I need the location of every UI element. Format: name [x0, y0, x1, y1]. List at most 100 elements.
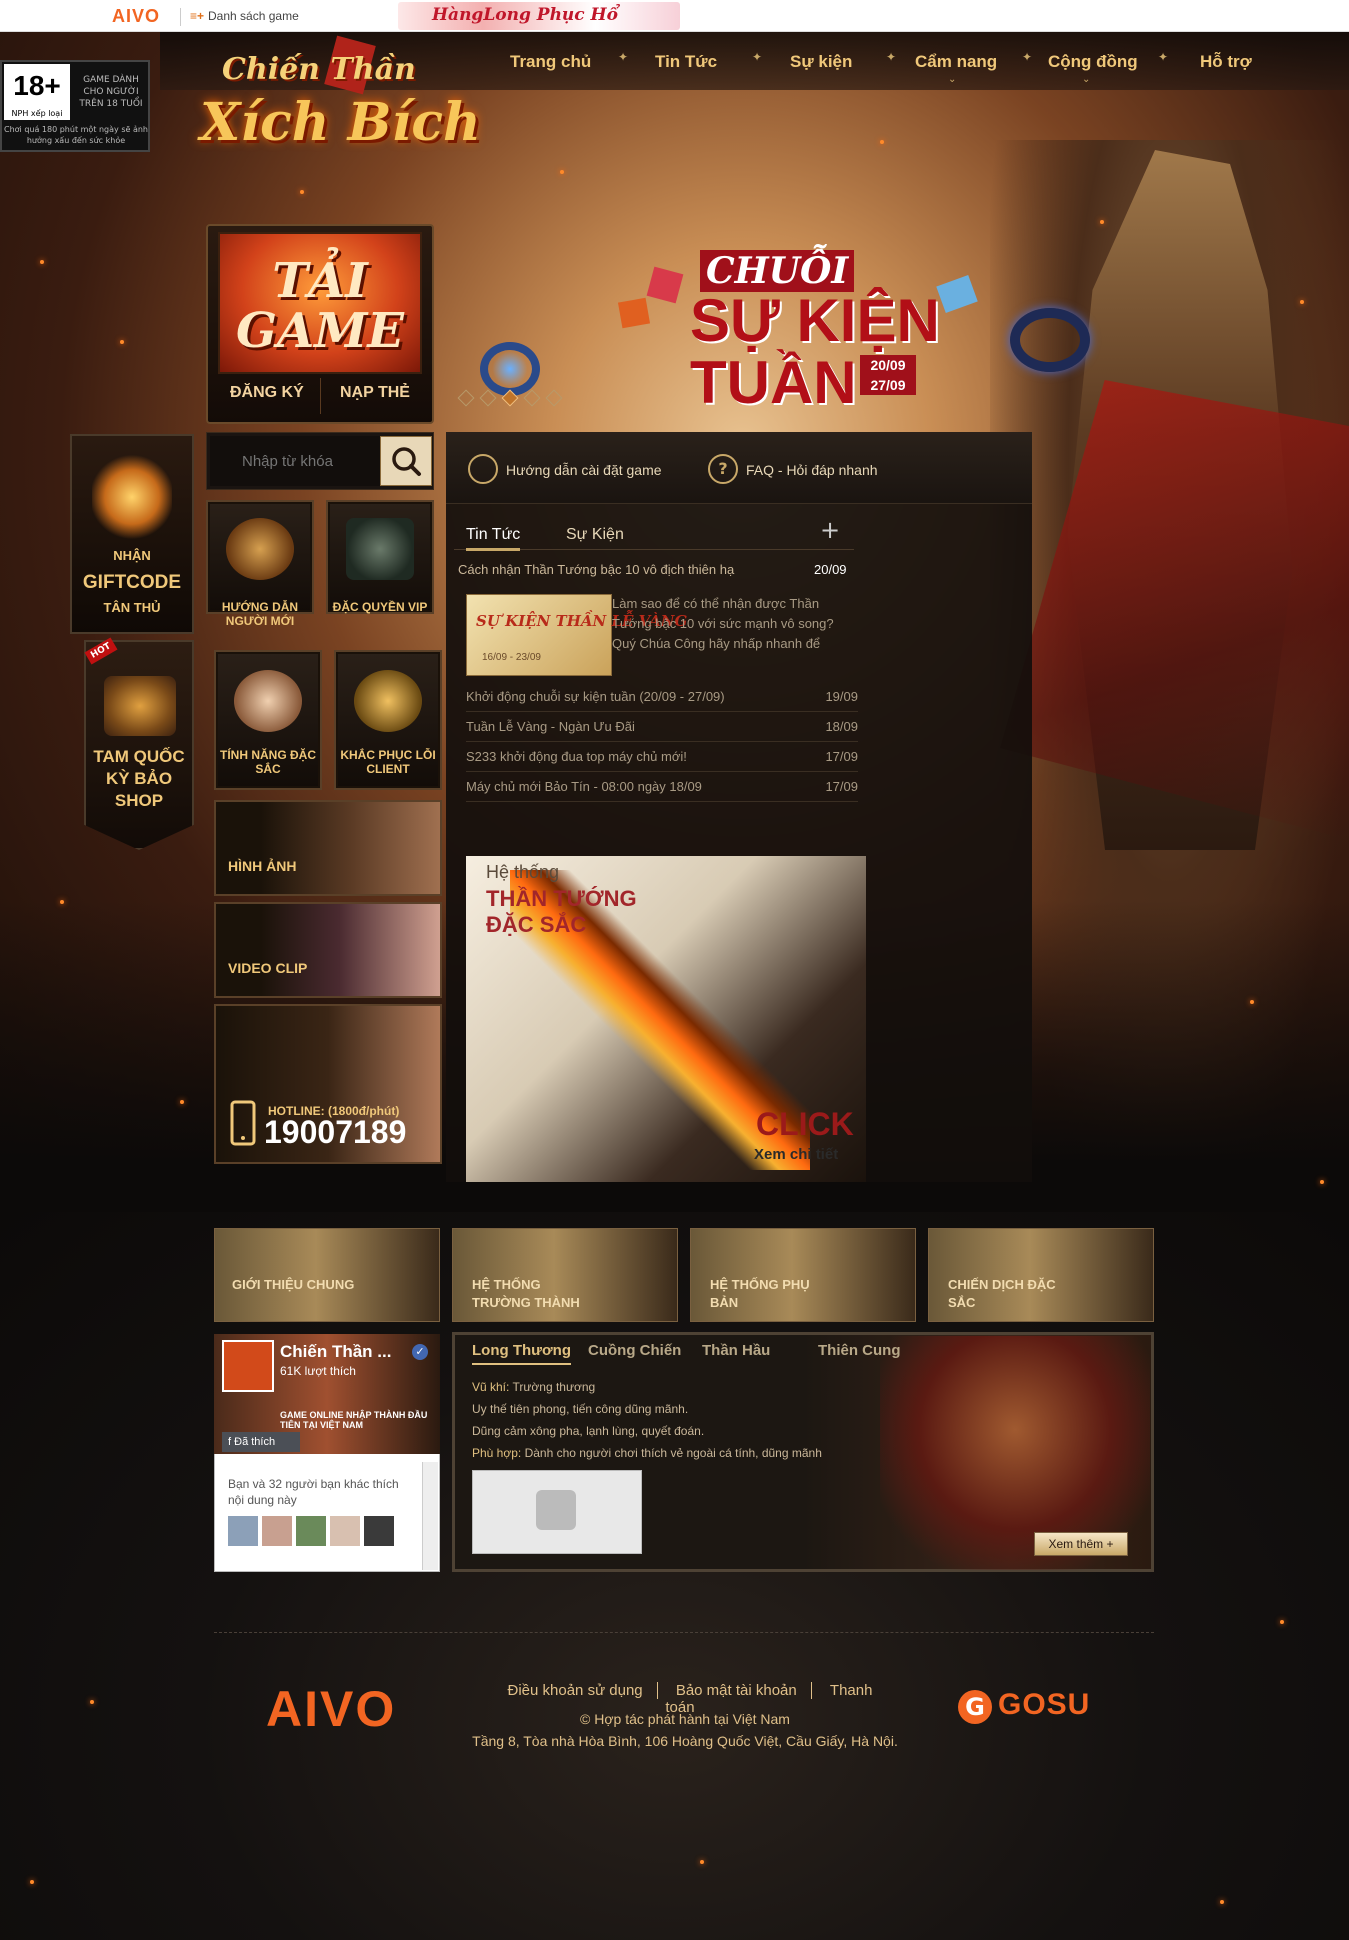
aivo-top-logo[interactable]: AIVO — [112, 6, 160, 27]
tile-features-label: TÍNH NĂNG ĐẶC SẮC — [220, 748, 316, 776]
faq-link[interactable]: FAQ - Hỏi đáp nhanh — [746, 462, 878, 478]
install-guide-icon — [468, 454, 498, 484]
footer-copyright-line: © Hợp tác phát hành tại Việt Nam — [580, 1711, 790, 1727]
tab-news[interactable]: Tin Tức — [466, 526, 521, 551]
nav-community[interactable]: Cộng đồng — [1048, 52, 1138, 72]
tab-events[interactable]: Sự Kiện — [566, 526, 624, 544]
banner-title-line1[interactable]: CHUỖI — [700, 250, 855, 292]
featured-news-summary: Làm sao để có thể nhận được Thần Tướng b… — [612, 596, 834, 651]
nav-diamond-icon: ✦ — [752, 50, 763, 64]
search-button[interactable] — [380, 436, 432, 486]
news-row[interactable]: Máy chủ mới Bảo Tín - 08:00 ngày 18/09 17… — [466, 772, 858, 802]
shop-line1: TAM QUỐC — [93, 747, 185, 766]
class-suitable-label: Phù hợp: — [472, 1446, 522, 1460]
facebook-liked-button[interactable]: f Đã thích — [222, 1432, 300, 1452]
compass-icon — [354, 670, 422, 732]
banner-dates: 20/09 27/09 — [860, 355, 916, 395]
news-row[interactable]: S233 khởi động đua top máy chủ mới! 17/09 — [466, 742, 858, 772]
ember — [40, 260, 44, 264]
tile-video-label: VIDEO CLIP — [228, 960, 308, 976]
featured-news-title[interactable]: Cách nhận Thần Tướng bậc 10 vô địch thiê… — [458, 562, 858, 577]
avatar[interactable] — [262, 1516, 292, 1546]
class-suitable: Phù hợp: Dành cho người chơi thích vẻ ng… — [472, 1442, 822, 1464]
register-button[interactable]: ĐĂNG KÝ — [230, 384, 304, 402]
class-weapon-label: Vũ khí: — [472, 1380, 510, 1394]
character-portrait-icon — [234, 670, 302, 732]
ember — [30, 1880, 34, 1884]
game-list-link[interactable]: ≡+ Danh sách game — [190, 9, 299, 23]
ring-item-icon — [480, 342, 540, 396]
news-row-date: 17/09 — [825, 779, 858, 794]
tab-class-than-hau[interactable]: Thần Hầu — [702, 1342, 770, 1359]
hotline-number[interactable]: 19007189 — [264, 1114, 406, 1151]
nav-handbook[interactable]: Cẩm nang — [915, 52, 997, 72]
promo-detail-link[interactable]: Xem chi tiết — [754, 1146, 838, 1163]
feature-card-intro[interactable] — [214, 1228, 440, 1322]
tab-class-thien-cung[interactable]: Thiên Cung — [818, 1342, 901, 1359]
aivo-footer-logo[interactable]: AIVO — [266, 1680, 396, 1738]
footer-copyright: © Hợp tác phát hành tại Việt Nam Tầng 8, … — [420, 1708, 950, 1752]
footer-link-divider — [656, 1682, 658, 1699]
search-icon — [392, 447, 421, 476]
facebook-cover-text: GAME ONLINE NHẬP THÀNH ĐẦU TIÊN TẠI VIỆT… — [280, 1410, 428, 1430]
tile-vip-label: ĐẶC QUYỀN VIP — [332, 600, 428, 614]
ember — [880, 140, 884, 144]
news-row[interactable]: Khởi động chuỗi sự kiện tuần (20/09 - 27… — [466, 682, 858, 712]
banner-title-line2-text: SỰ KIỆN — [690, 287, 940, 354]
footer-link-terms[interactable]: Điều khoản sử dụng — [498, 1682, 653, 1699]
nav-diamond-icon: ✦ — [1158, 50, 1169, 64]
banner-date-from: 20/09 — [870, 357, 906, 373]
featured-news-date: 20/09 — [814, 562, 847, 577]
featured-news-image[interactable] — [466, 594, 612, 676]
nav-news[interactable]: Tin Tức — [655, 52, 717, 72]
gosu-footer-logo[interactable]: GOSU — [998, 1688, 1090, 1722]
ring-item-icon — [1010, 308, 1090, 372]
footer-link-security[interactable]: Bảo mật tài khoản — [666, 1682, 807, 1699]
install-guide-link[interactable]: Hướng dẫn cài đặt game — [506, 462, 662, 478]
avatar[interactable] — [296, 1516, 326, 1546]
class-suitable-value: Dành cho người chơi thích vẻ ngoài cá tí… — [524, 1446, 822, 1460]
facebook-page-avatar[interactable] — [222, 1340, 274, 1392]
topup-button[interactable]: NẠP THẺ — [340, 384, 410, 402]
treasure-shop-panel[interactable] — [84, 640, 194, 850]
facebook-scrollbar[interactable] — [422, 1462, 438, 1570]
promo-line2-text: THẦN TƯỚNG — [486, 886, 637, 911]
nav-support[interactable]: Hỗ trợ — [1200, 52, 1252, 72]
game-logo-line2[interactable]: Xích Bích — [200, 92, 481, 153]
news-row[interactable]: Tuần Lễ Vàng - Ngàn Ưu Đãi 18/09 — [466, 712, 858, 742]
tile-client-fix-label: KHẮC PHỤC LỖI CLIENT — [340, 748, 436, 776]
avatar[interactable] — [330, 1516, 360, 1546]
promo-click-label[interactable]: CLICK — [756, 1106, 854, 1143]
download-game-label: TẢI GAME — [236, 253, 404, 359]
ember — [90, 1700, 94, 1704]
age-rating-value: 18+ — [4, 64, 70, 108]
ember — [700, 1860, 704, 1864]
banner-date-to: 27/09 — [870, 377, 906, 393]
age-rating-publisher: NPH xếp loại — [4, 108, 70, 120]
game-logo-line1[interactable]: Chiến Thần — [222, 52, 416, 87]
nav-home[interactable]: Trang chủ — [510, 52, 591, 72]
avatar[interactable] — [364, 1516, 394, 1546]
scroll-icon — [226, 518, 294, 580]
nav-events[interactable]: Sự kiện — [790, 52, 852, 72]
news-row-date: 17/09 — [825, 749, 858, 764]
class-weapon: Vũ khí: Trường thương — [472, 1376, 595, 1398]
tile-video[interactable] — [214, 902, 442, 998]
see-more-button[interactable]: Xem thêm + — [1034, 1532, 1128, 1556]
feature-card-intro-label: GIỚI THIỆU CHUNG — [232, 1277, 355, 1292]
nav-diamond-icon: ✦ — [1022, 50, 1033, 64]
promo-line1: Hệ thống — [486, 862, 560, 882]
facebook-friend-avatars — [228, 1516, 398, 1546]
shop-line2: KỲ BẢO — [105, 769, 173, 788]
banner-title-line2[interactable]: SỰ KIỆN TUẦN — [690, 290, 940, 414]
tab-class-cuong-chien[interactable]: Cuồng Chiến — [588, 1342, 681, 1359]
giftcode-line2: GIFTCODE — [82, 572, 182, 593]
avatar[interactable] — [228, 1516, 258, 1546]
tab-class-long-thuong[interactable]: Long Thương — [472, 1342, 571, 1365]
tile-images[interactable] — [214, 800, 442, 896]
search-input[interactable] — [210, 436, 380, 486]
facebook-page-name[interactable]: Chiến Thần ... — [280, 1342, 391, 1362]
news-row-title: Tuần Lễ Vàng - Ngàn Ưu Đãi — [466, 719, 635, 734]
partner-banner-text: HàngLong Phục Hổ — [432, 5, 618, 25]
plus-icon[interactable]: + — [820, 516, 840, 544]
